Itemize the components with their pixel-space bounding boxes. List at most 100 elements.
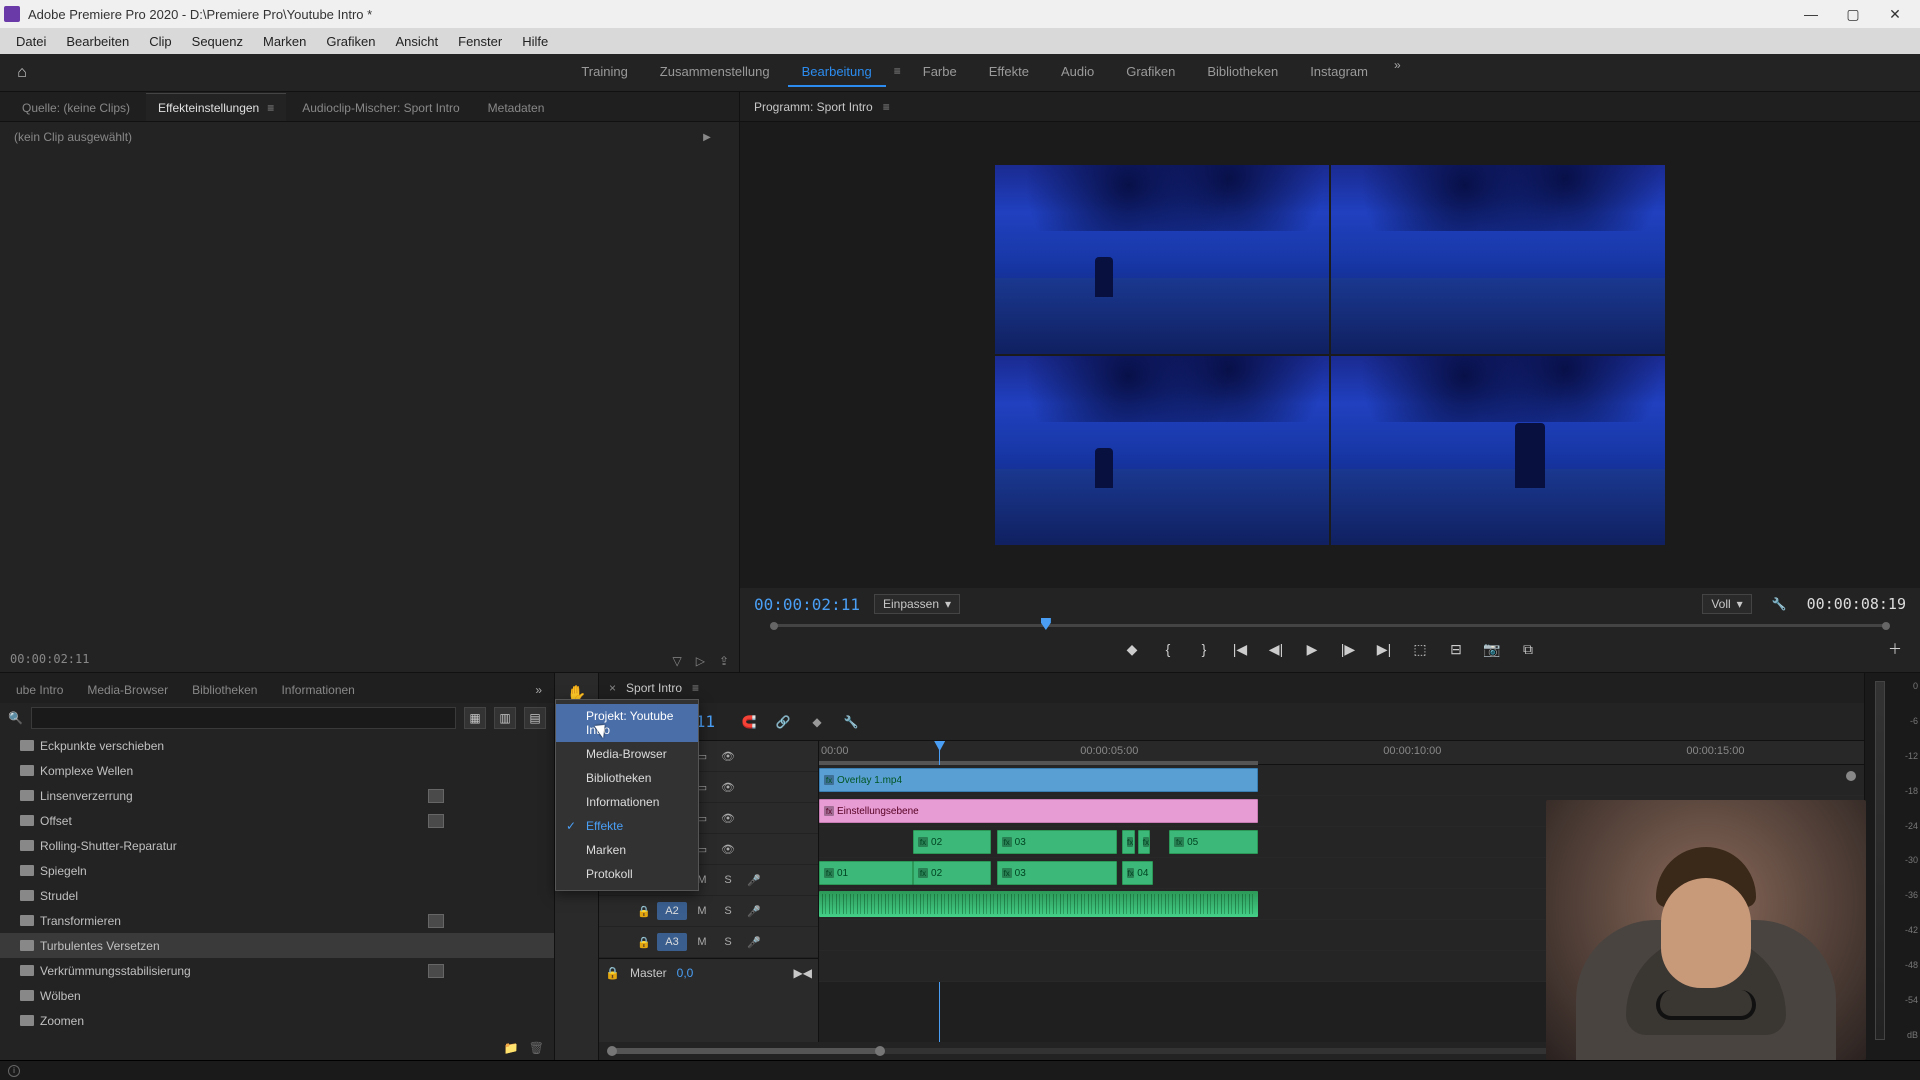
menu-grafiken[interactable]: Grafiken xyxy=(316,30,385,53)
ctx-informationen[interactable]: Informationen xyxy=(556,790,698,814)
ctx-effekte[interactable]: Effekte xyxy=(556,814,698,838)
sequence-name[interactable]: Sport Intro xyxy=(626,681,682,695)
timeline-clip[interactable]: fx03 xyxy=(997,830,1117,854)
timeline-clip[interactable]: fx xyxy=(1138,830,1151,854)
program-menu-icon[interactable]: ≡ xyxy=(883,100,890,114)
timeline-clip[interactable]: fxOverlay 1.mp4 xyxy=(819,768,1258,792)
export-icon[interactable]: ⇪ xyxy=(719,654,729,668)
lift-button[interactable]: ⬚ xyxy=(1409,638,1431,660)
timeline-clip[interactable]: fxEinstellungsebene xyxy=(819,799,1258,823)
extract-button[interactable]: ⊟ xyxy=(1445,638,1467,660)
comparison-button[interactable]: ⧉ xyxy=(1517,638,1539,660)
tab-media-browser[interactable]: Media-Browser xyxy=(77,676,178,703)
program-monitor[interactable] xyxy=(740,122,1920,588)
step-icon[interactable]: ▷ xyxy=(696,654,705,668)
filter-icon[interactable]: ▽ xyxy=(672,654,681,668)
tab-audioclip-mischer[interactable]: Audioclip-Mischer: Sport Intro xyxy=(290,94,471,121)
timeline-clip[interactable]: fx05 xyxy=(1169,830,1258,854)
ctx-projekt[interactable]: Projekt: Youtube Intro xyxy=(556,704,698,742)
time-ruler[interactable]: 00:00 00:00:05:00 00:00:10:00 00:00:15:0… xyxy=(819,741,1864,765)
tab-project[interactable]: ube Intro xyxy=(6,676,73,703)
effect-item[interactable]: Strudel xyxy=(0,883,554,908)
maximize-button[interactable]: ▢ xyxy=(1832,0,1874,28)
timeline-clip[interactable] xyxy=(819,891,1258,917)
effect-item[interactable]: Transformieren xyxy=(0,908,554,933)
step-forward-button[interactable]: |▶ xyxy=(1337,638,1359,660)
preset-btn-1[interactable]: ▦ xyxy=(464,707,486,729)
workspace-effekte[interactable]: Effekte xyxy=(975,58,1043,87)
goto-in-button[interactable]: |◀ xyxy=(1229,638,1251,660)
effect-item[interactable]: Offset xyxy=(0,808,554,833)
workspace-bibliotheken[interactable]: Bibliotheken xyxy=(1193,58,1292,87)
menu-sequenz[interactable]: Sequenz xyxy=(182,30,253,53)
timeline-clip[interactable]: fx xyxy=(1122,830,1135,854)
effects-search-input[interactable] xyxy=(31,707,456,729)
timeline-clip[interactable]: fx01 xyxy=(819,861,913,885)
ctx-bibliotheken[interactable]: Bibliotheken xyxy=(556,766,698,790)
workspace-zusammenstellung[interactable]: Zusammenstellung xyxy=(646,58,784,87)
program-timecode-current[interactable]: 00:00:02:11 xyxy=(754,595,860,614)
work-area-end[interactable] xyxy=(1846,771,1856,781)
add-marker-button[interactable]: ◆ xyxy=(1121,638,1143,660)
menu-hilfe[interactable]: Hilfe xyxy=(512,30,558,53)
workspace-training[interactable]: Training xyxy=(567,58,641,87)
effect-item[interactable]: Turbulentes Versetzen xyxy=(0,933,554,958)
menu-ansicht[interactable]: Ansicht xyxy=(385,30,448,53)
timeline-clip[interactable]: fx02 xyxy=(913,830,991,854)
panel-overflow-icon[interactable]: » xyxy=(529,677,548,703)
mark-out-button[interactable]: } xyxy=(1193,638,1215,660)
trash-icon[interactable]: 🗑 xyxy=(529,1041,544,1055)
tab-informationen[interactable]: Informationen xyxy=(271,676,364,703)
workspace-overflow-icon[interactable]: » xyxy=(1394,58,1401,87)
tab-metadaten[interactable]: Metadaten xyxy=(476,94,557,121)
workspace-audio[interactable]: Audio xyxy=(1047,58,1108,87)
menu-bearbeiten[interactable]: Bearbeiten xyxy=(56,30,139,53)
minimize-button[interactable]: — xyxy=(1790,0,1832,28)
settings-icon[interactable]: 🔧 xyxy=(841,712,861,732)
effect-item[interactable]: Verkrümmungsstabilisierung xyxy=(0,958,554,983)
marker-icon[interactable]: ◆ xyxy=(807,712,827,732)
sequence-close-icon[interactable]: × xyxy=(609,681,616,695)
workspace-instagram[interactable]: Instagram xyxy=(1296,58,1382,87)
menu-marken[interactable]: Marken xyxy=(253,30,316,53)
program-scrubber[interactable] xyxy=(774,618,1886,634)
timeline-clip[interactable]: fx03 xyxy=(997,861,1117,885)
preset-btn-3[interactable]: ▤ xyxy=(524,707,546,729)
wrench-icon[interactable]: 🔧 xyxy=(1772,597,1787,611)
close-button[interactable]: ✕ xyxy=(1874,0,1916,28)
new-bin-icon[interactable]: 📁 xyxy=(504,1041,519,1055)
effect-item[interactable]: Zoomen xyxy=(0,1008,554,1033)
preset-btn-2[interactable]: ▥ xyxy=(494,707,516,729)
effect-item[interactable]: Eckpunkte verschieben xyxy=(0,733,554,758)
timeline-clip[interactable]: fx04 xyxy=(1122,861,1153,885)
button-editor-add[interactable]: ＋ xyxy=(1884,638,1906,660)
goto-out-button[interactable]: ▶| xyxy=(1373,638,1395,660)
step-back-button[interactable]: ◀| xyxy=(1265,638,1287,660)
home-icon[interactable]: ⌂ xyxy=(8,59,36,87)
ctx-media-browser[interactable]: Media-Browser xyxy=(556,742,698,766)
info-icon[interactable]: i xyxy=(8,1065,20,1077)
export-frame-button[interactable]: 📷 xyxy=(1481,638,1503,660)
workspace-menu-icon[interactable]: ≡ xyxy=(890,58,905,87)
disclosure-arrow-icon[interactable]: ▶ xyxy=(703,132,711,143)
effect-item[interactable]: Rolling-Shutter-Reparatur xyxy=(0,833,554,858)
menu-datei[interactable]: Datei xyxy=(6,30,56,53)
workspace-bearbeitung[interactable]: Bearbeitung xyxy=(788,58,886,87)
tab-quelle[interactable]: Quelle: (keine Clips) xyxy=(10,94,142,121)
panel-menu-icon[interactable]: ≡ xyxy=(267,101,274,115)
tab-bibliotheken[interactable]: Bibliotheken xyxy=(182,676,267,703)
link-icon[interactable]: 🔗 xyxy=(773,712,793,732)
sequence-menu-icon[interactable]: ≡ xyxy=(692,681,699,695)
workspace-grafiken[interactable]: Grafiken xyxy=(1112,58,1189,87)
effects-list[interactable]: Eckpunkte verschiebenKomplexe WellenLins… xyxy=(0,733,554,1036)
effect-item[interactable]: Linsenverzerrung xyxy=(0,783,554,808)
effect-item[interactable]: Spiegeln xyxy=(0,858,554,883)
ctx-protokoll[interactable]: Protokoll xyxy=(556,862,698,886)
workspace-farbe[interactable]: Farbe xyxy=(909,58,971,87)
quality-dropdown[interactable]: Voll▾ xyxy=(1702,594,1751,614)
effect-item[interactable]: Wölben xyxy=(0,983,554,1008)
program-playhead[interactable] xyxy=(1041,618,1051,630)
ctx-marken[interactable]: Marken xyxy=(556,838,698,862)
menu-clip[interactable]: Clip xyxy=(139,30,181,53)
timeline-clip[interactable]: fx02 xyxy=(913,861,991,885)
